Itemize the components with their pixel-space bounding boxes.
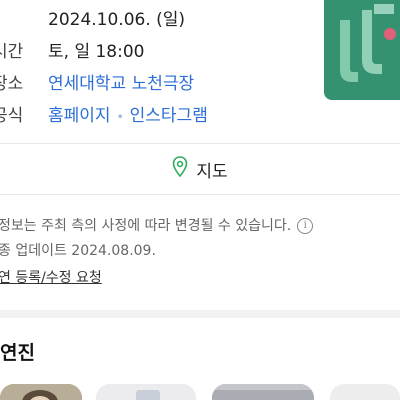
disclaimer-text: 정보는 주최 측의 사정에 따라 변경될 수 있습니다. i — [0, 215, 314, 235]
time-row: 시간 토, 일 18:00 — [0, 36, 320, 62]
divider-top — [0, 143, 400, 144]
venue-label: 장소 — [0, 73, 24, 94]
official-label: 공식 — [0, 105, 24, 126]
info-icon[interactable]: i — [297, 218, 314, 234]
date-value: 2024.10.06. (일) — [48, 9, 186, 30]
edit-request-link[interactable]: 연 등록/수정 요청 — [0, 267, 102, 287]
time-value: 토, 일 18:00 — [48, 41, 145, 62]
venue-link[interactable]: 연세대학교 노천극장 — [48, 69, 194, 94]
divider-mid — [0, 194, 400, 195]
performer-photo — [96, 384, 196, 400]
location-pin-icon — [172, 156, 188, 182]
performer-thumb[interactable] — [330, 384, 400, 400]
map-button[interactable]: 지도 — [0, 146, 400, 192]
link-separator: • — [116, 109, 124, 124]
updated-text: 종 업데이트 2024.08.09. — [0, 243, 156, 259]
performer-photo — [212, 384, 314, 400]
performer-thumb[interactable] — [212, 384, 314, 400]
performer-photo — [0, 384, 82, 400]
time-label: 시간 — [0, 41, 24, 62]
poster-art — [324, 0, 400, 100]
performer-thumb[interactable] — [0, 384, 82, 400]
section-title: 연진 — [0, 342, 35, 364]
section-separator — [0, 310, 400, 318]
event-poster[interactable] — [324, 0, 400, 100]
disclaimer-label: 정보는 주최 측의 사정에 따라 변경될 수 있습니다. — [0, 218, 292, 234]
instagram-link[interactable]: 인스타그램 — [130, 106, 208, 126]
venue-row: 장소 연세대학교 노천극장 — [0, 68, 320, 94]
homepage-link[interactable]: 홈페이지 — [48, 106, 111, 126]
official-row: 공식 홈페이지 • 인스타그램 — [0, 100, 320, 126]
performer-thumb[interactable] — [96, 384, 196, 400]
date-row: 2024.10.06. (일) — [0, 4, 320, 30]
map-label: 지도 — [196, 161, 228, 182]
official-links: 홈페이지 • 인스타그램 — [48, 101, 208, 126]
